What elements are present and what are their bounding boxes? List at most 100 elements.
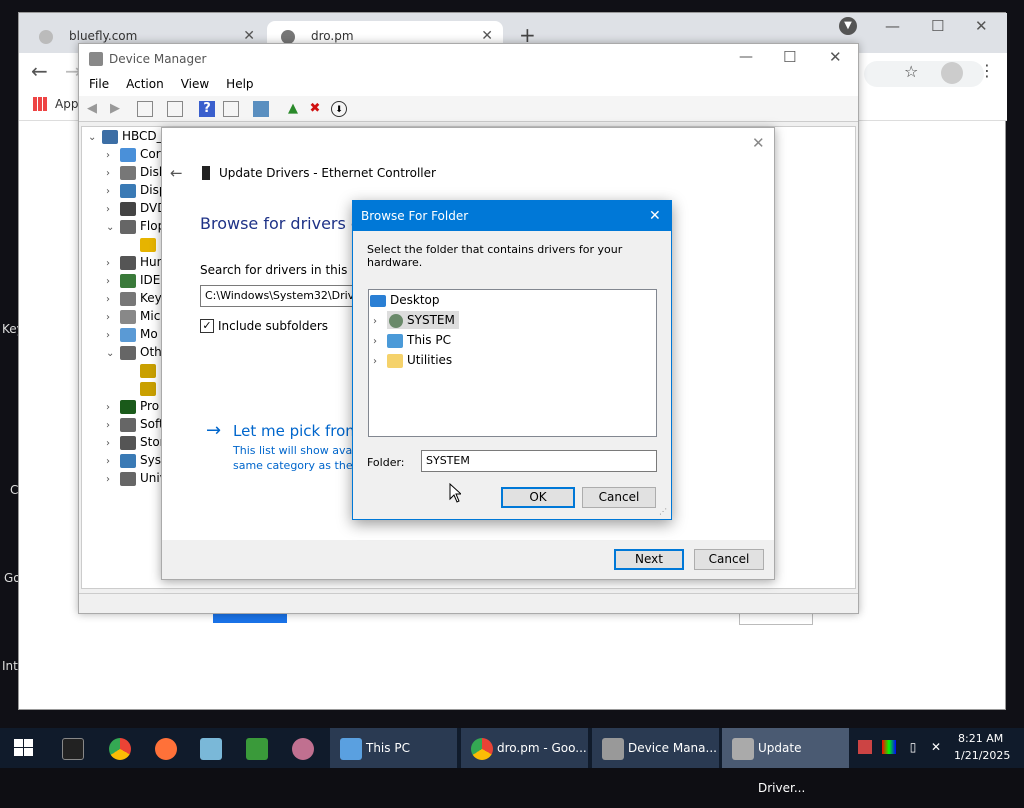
- folder-item-utilities[interactable]: › Utilities: [373, 351, 452, 369]
- folder-label: Utilities: [407, 353, 453, 367]
- maximize-icon[interactable]: ☐: [931, 17, 944, 35]
- tree-item[interactable]: [140, 361, 160, 379]
- tree-item[interactable]: ⌄ Flop: [106, 217, 165, 235]
- taskbar-item-label: This PC: [366, 741, 410, 755]
- folder-tree[interactable]: Desktop › SYSTEM › This PC › Utilities: [368, 289, 657, 437]
- action-pane-icon[interactable]: [223, 101, 239, 117]
- device-category-icon: [120, 165, 136, 180]
- tree-item-label: Key: [140, 291, 162, 305]
- tree-item[interactable]: › Mic: [106, 307, 160, 325]
- close-icon[interactable]: ✕: [649, 201, 661, 231]
- tree-item[interactable]: › Stor: [106, 433, 165, 451]
- tree-item[interactable]: › Pro: [106, 397, 159, 415]
- minimize-icon[interactable]: —: [739, 49, 753, 65]
- color-tray-icon[interactable]: [882, 740, 896, 754]
- windows-start-icon[interactable]: [14, 739, 34, 757]
- taskbar-item-update-drivers[interactable]: Update Driver...: [722, 728, 849, 795]
- usb-icon[interactable]: ▯: [906, 740, 920, 754]
- chevron-right-icon[interactable]: ›: [373, 333, 387, 351]
- menu-action[interactable]: Action: [116, 74, 171, 91]
- tree-item[interactable]: ⌄ Oth: [106, 343, 162, 361]
- properties-icon[interactable]: [167, 101, 183, 117]
- folder-item-system[interactable]: › SYSTEM: [373, 311, 459, 329]
- tree-item[interactable]: › Univ: [106, 469, 167, 487]
- console-tree-icon[interactable]: [137, 101, 153, 117]
- device-category-icon: [120, 273, 136, 288]
- chevron-down-icon[interactable]: ⌄: [106, 345, 120, 363]
- menu-help[interactable]: Help: [216, 74, 260, 91]
- next-button[interactable]: Next: [614, 549, 684, 570]
- back-icon[interactable]: ←: [170, 164, 183, 182]
- more-menu-icon[interactable]: ⋮: [979, 61, 995, 80]
- profile-icon[interactable]: [941, 62, 963, 84]
- pick-from-list-link[interactable]: Let me pick from: [233, 422, 360, 440]
- firefox-icon[interactable]: [155, 738, 177, 760]
- uninstall-icon[interactable]: ✖: [307, 101, 323, 117]
- folder-label: This PC: [407, 333, 451, 347]
- device-category-icon: [120, 399, 136, 414]
- tree-item[interactable]: › Syst: [106, 451, 166, 469]
- tree-item[interactable]: [140, 379, 160, 397]
- menu-view[interactable]: View: [171, 74, 216, 91]
- apps-grid-icon[interactable]: [33, 97, 47, 111]
- dialog-title: Update Drivers - Ethernet Controller: [219, 166, 436, 180]
- chevron-right-icon[interactable]: ›: [373, 353, 387, 371]
- chevron-right-icon[interactable]: ›: [373, 313, 387, 331]
- scan-hardware-icon[interactable]: [253, 101, 269, 117]
- folder-input[interactable]: SYSTEM: [421, 450, 657, 472]
- back-icon[interactable]: ←: [31, 59, 48, 83]
- include-subfolders-checkbox[interactable]: ✓: [200, 319, 214, 333]
- cancel-button[interactable]: Cancel: [582, 487, 656, 508]
- close-icon[interactable]: ✕: [752, 134, 765, 152]
- driver-path-field[interactable]: C:\Windows\System32\Driv: [200, 285, 360, 307]
- chevron-down-icon[interactable]: ⌄: [106, 219, 120, 237]
- chrome-icon[interactable]: [109, 738, 131, 760]
- tree-item[interactable]: › Soft: [106, 415, 164, 433]
- computer-icon: [340, 738, 362, 760]
- tree-item[interactable]: › Mo: [106, 325, 158, 343]
- help-icon[interactable]: ?: [199, 101, 215, 117]
- tab-search-icon[interactable]: ▼: [839, 17, 857, 35]
- clock-date[interactable]: 1/21/2025: [954, 749, 1010, 762]
- tree-root[interactable]: ⌄ HBCD_: [88, 127, 163, 145]
- notepad-icon[interactable]: [200, 738, 222, 760]
- back-icon[interactable]: ◀: [84, 101, 100, 117]
- volume-muted-icon[interactable]: ✕: [929, 740, 943, 754]
- status-bar: [79, 593, 858, 613]
- tree-item[interactable]: › Hun: [106, 253, 164, 271]
- tree-item[interactable]: [140, 235, 160, 253]
- resize-grip-icon[interactable]: ⋰: [659, 507, 667, 516]
- update-driver-icon[interactable]: ▲: [285, 101, 301, 117]
- network-tool-icon[interactable]: [292, 738, 314, 760]
- tree-item-label: IDE: [140, 273, 161, 287]
- taskbar-item-device-manager[interactable]: Device Mana...: [592, 728, 719, 768]
- taskbar-item-chrome[interactable]: dro.pm - Goo...: [461, 728, 588, 768]
- tree-item[interactable]: › IDE: [106, 271, 160, 289]
- close-icon[interactable]: ✕: [829, 48, 842, 66]
- search-label: Search for drivers in this loca: [200, 263, 376, 277]
- folder-item-desktop[interactable]: Desktop: [370, 291, 440, 309]
- folder-item-this-pc[interactable]: › This PC: [373, 331, 451, 349]
- chevron-right-icon[interactable]: ›: [106, 471, 120, 489]
- tree-item[interactable]: › Disk: [106, 163, 166, 181]
- forward-icon[interactable]: ▶: [107, 101, 123, 117]
- tree-item[interactable]: › Disp: [106, 181, 166, 199]
- ok-button[interactable]: OK: [501, 487, 575, 508]
- terminal-icon[interactable]: [62, 738, 84, 760]
- menu-file[interactable]: File: [79, 74, 116, 91]
- bookmark-star-icon[interactable]: ☆: [904, 62, 918, 81]
- close-window-icon[interactable]: ✕: [975, 17, 988, 35]
- clock-time[interactable]: 8:21 AM: [958, 732, 1003, 745]
- task-manager-icon[interactable]: [246, 738, 268, 760]
- cancel-button[interactable]: Cancel: [694, 549, 764, 570]
- disable-device-icon[interactable]: ⬇: [331, 101, 347, 117]
- minimize-icon[interactable]: —: [885, 17, 900, 35]
- tray-app-icon[interactable]: [858, 740, 872, 754]
- tree-item[interactable]: › Cor: [106, 145, 161, 163]
- address-bar[interactable]: [864, 61, 984, 87]
- taskbar-item-this-pc[interactable]: This PC: [330, 728, 457, 768]
- tree-item[interactable]: › DVD: [106, 199, 166, 217]
- tree-item[interactable]: › Key: [106, 289, 162, 307]
- maximize-icon[interactable]: ☐: [783, 48, 796, 66]
- tree-item-label: Oth: [140, 345, 162, 359]
